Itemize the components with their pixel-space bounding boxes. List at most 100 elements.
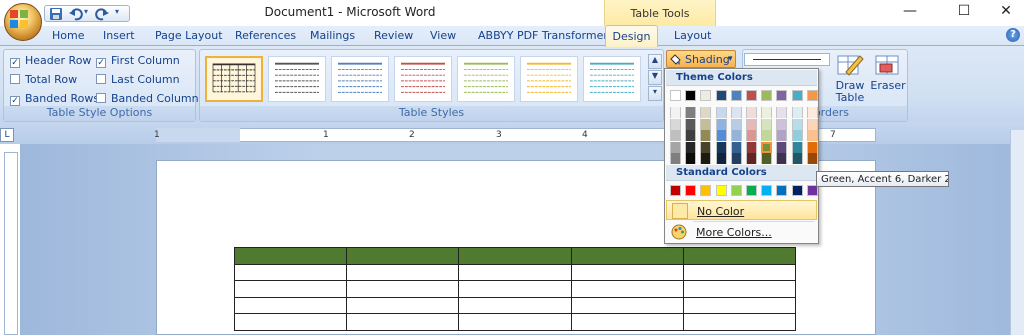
minimize-button[interactable]: — bbox=[892, 0, 928, 24]
last-column-option[interactable]: Last Column bbox=[96, 73, 180, 86]
table-cell[interactable] bbox=[682, 280, 797, 298]
theme-shade-swatch[interactable] bbox=[670, 153, 681, 164]
theme-shade-swatch[interactable] bbox=[806, 153, 818, 164]
vertical-scrollbar[interactable] bbox=[1010, 130, 1024, 335]
standard-color-swatch[interactable] bbox=[715, 185, 727, 196]
table-style-thumbnail[interactable] bbox=[394, 56, 452, 102]
theme-shade-swatch[interactable] bbox=[791, 141, 803, 153]
theme-shade-swatch[interactable] bbox=[670, 118, 681, 130]
theme-shade-swatch[interactable] bbox=[670, 130, 681, 141]
theme-shade-swatch[interactable] bbox=[776, 118, 788, 130]
no-color-option[interactable]: No Color bbox=[666, 200, 817, 220]
table-cell[interactable] bbox=[682, 247, 797, 265]
theme-shade-swatch[interactable] bbox=[730, 153, 742, 164]
theme-shade-swatch[interactable] bbox=[746, 118, 757, 130]
header-row-option[interactable]: ✓ Header Row bbox=[10, 54, 91, 68]
theme-shade-swatch[interactable] bbox=[730, 118, 742, 130]
tab-mailings[interactable]: Mailings bbox=[310, 29, 355, 42]
theme-shade-swatch[interactable] bbox=[806, 130, 818, 141]
table-style-thumbnail[interactable] bbox=[331, 56, 389, 102]
table-cell[interactable] bbox=[682, 263, 797, 281]
tab-page-layout[interactable]: Page Layout bbox=[155, 29, 223, 42]
table-cell[interactable] bbox=[570, 296, 684, 314]
theme-color-swatch[interactable] bbox=[746, 90, 757, 101]
theme-shade-swatch[interactable] bbox=[746, 130, 757, 141]
theme-shade-swatch[interactable] bbox=[685, 107, 697, 118]
theme-shade-swatch[interactable] bbox=[746, 107, 757, 118]
table-cell[interactable] bbox=[458, 263, 572, 281]
table-row[interactable] bbox=[233, 313, 797, 331]
theme-color-swatch[interactable] bbox=[791, 90, 803, 101]
tab-layout[interactable]: Layout bbox=[674, 29, 711, 42]
theme-shade-swatch[interactable] bbox=[715, 118, 727, 130]
theme-shade-swatch[interactable] bbox=[715, 130, 727, 141]
total-row-checkbox[interactable] bbox=[10, 74, 20, 84]
theme-shade-swatch[interactable] bbox=[761, 107, 773, 118]
theme-shade-swatch[interactable] bbox=[776, 153, 788, 164]
standard-color-swatch[interactable] bbox=[791, 185, 803, 196]
table-cell[interactable] bbox=[233, 296, 348, 314]
banded-rows-option[interactable]: ✓ Banded Rows bbox=[10, 92, 99, 106]
first-column-option[interactable]: ✓ First Column bbox=[96, 54, 180, 68]
theme-color-swatch[interactable] bbox=[730, 90, 742, 101]
table-row[interactable] bbox=[233, 280, 797, 298]
table-row[interactable] bbox=[233, 263, 797, 281]
theme-shade-swatch[interactable] bbox=[806, 118, 818, 130]
standard-color-swatch[interactable] bbox=[761, 185, 773, 196]
table-style-thumbnail[interactable] bbox=[457, 56, 515, 102]
shading-button[interactable]: Shading ▾ bbox=[666, 50, 736, 68]
tab-review[interactable]: Review bbox=[374, 29, 413, 42]
theme-color-swatch[interactable] bbox=[776, 90, 788, 101]
help-icon[interactable]: ? bbox=[1006, 28, 1020, 42]
standard-color-swatch[interactable] bbox=[700, 185, 712, 196]
theme-shade-swatch[interactable] bbox=[715, 107, 727, 118]
theme-shade-swatch[interactable] bbox=[746, 141, 757, 153]
theme-shade-swatch[interactable] bbox=[761, 153, 773, 164]
table-style-thumbnail[interactable] bbox=[268, 56, 326, 102]
line-style-selector[interactable] bbox=[744, 53, 830, 66]
vertical-ruler[interactable] bbox=[4, 152, 18, 335]
eraser-button[interactable]: Eraser bbox=[870, 52, 906, 110]
theme-shade-swatch[interactable] bbox=[730, 107, 742, 118]
standard-color-swatch[interactable] bbox=[776, 185, 788, 196]
gallery-more-button[interactable]: ▾ bbox=[648, 86, 662, 101]
theme-shade-swatch[interactable] bbox=[730, 141, 742, 153]
standard-color-swatch[interactable] bbox=[670, 185, 681, 196]
theme-shade-swatch[interactable] bbox=[791, 107, 803, 118]
theme-shade-swatch[interactable] bbox=[776, 141, 788, 153]
theme-color-swatch[interactable] bbox=[761, 90, 773, 101]
table-cell[interactable] bbox=[570, 280, 684, 298]
theme-shade-swatch[interactable] bbox=[715, 141, 727, 153]
theme-shade-swatch[interactable] bbox=[746, 153, 757, 164]
gallery-scroll-up[interactable]: ▲ bbox=[648, 54, 662, 69]
table-cell[interactable] bbox=[682, 313, 797, 331]
theme-shade-swatch[interactable] bbox=[791, 118, 803, 130]
table-cell[interactable] bbox=[458, 296, 572, 314]
theme-shade-swatch[interactable] bbox=[761, 118, 773, 130]
table-style-thumbnail[interactable] bbox=[205, 56, 263, 102]
tab-selector[interactable]: L bbox=[0, 128, 14, 142]
banded-columns-checkbox[interactable] bbox=[96, 93, 106, 103]
tab-insert[interactable]: Insert bbox=[103, 29, 135, 42]
theme-shade-swatch[interactable] bbox=[791, 130, 803, 141]
theme-color-swatch[interactable] bbox=[715, 90, 727, 101]
theme-shade-swatch[interactable] bbox=[685, 130, 697, 141]
tab-view[interactable]: View bbox=[430, 29, 456, 42]
theme-shade-swatch[interactable] bbox=[700, 118, 712, 130]
theme-shade-swatch[interactable] bbox=[776, 130, 788, 141]
banded-columns-option[interactable]: Banded Columns bbox=[96, 92, 204, 105]
theme-shade-swatch[interactable] bbox=[761, 141, 773, 153]
theme-shade-swatch[interactable] bbox=[806, 107, 818, 118]
last-column-checkbox[interactable] bbox=[96, 74, 106, 84]
table-header-row[interactable] bbox=[233, 247, 797, 265]
more-colors-option[interactable]: More Colors... bbox=[666, 222, 817, 242]
table-cell[interactable] bbox=[570, 247, 684, 265]
theme-color-swatch[interactable] bbox=[685, 90, 697, 101]
close-button[interactable]: ✕ bbox=[988, 0, 1024, 24]
tab-abbyy[interactable]: ABBYY PDF Transformer+ bbox=[478, 29, 617, 42]
tab-references[interactable]: References bbox=[235, 29, 296, 42]
table-style-thumbnail[interactable] bbox=[520, 56, 578, 102]
table-cell[interactable] bbox=[682, 296, 797, 314]
theme-shade-swatch[interactable] bbox=[715, 153, 727, 164]
table-cell[interactable] bbox=[233, 263, 348, 281]
